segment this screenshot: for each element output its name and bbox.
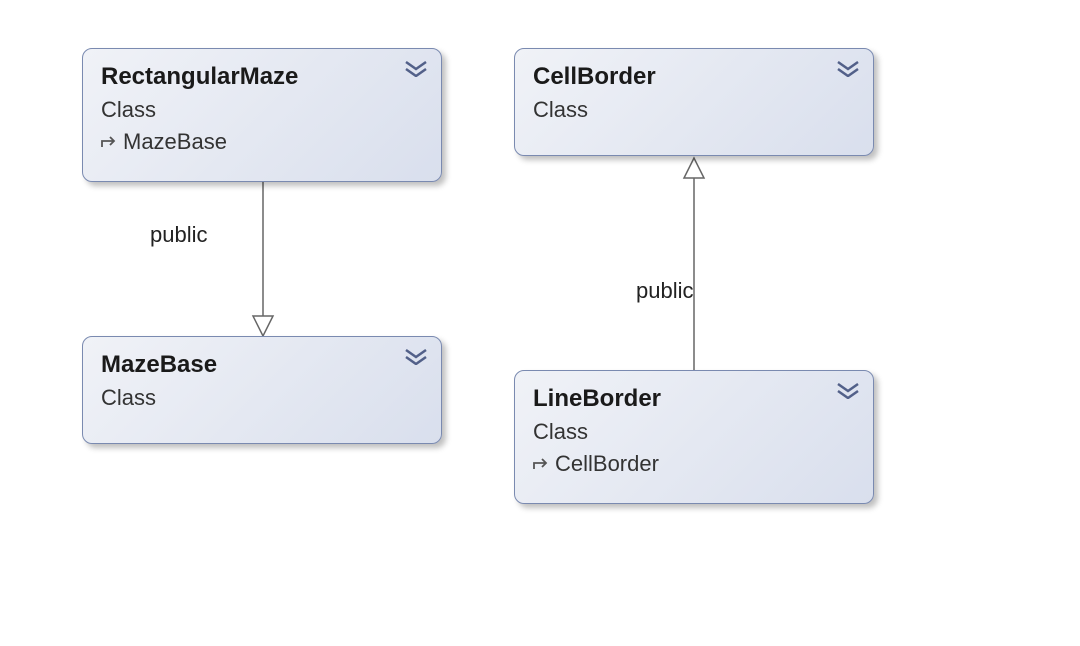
class-type: Class — [533, 419, 855, 445]
class-type: Class — [101, 385, 423, 411]
class-name: CellBorder — [533, 63, 855, 91]
class-type: Class — [101, 97, 423, 123]
relation-label-right: public — [636, 278, 693, 304]
class-name: RectangularMaze — [101, 63, 423, 91]
relation-label-left: public — [150, 222, 207, 248]
class-box-maze-base[interactable]: MazeBase Class — [82, 336, 442, 444]
class-box-line-border[interactable]: LineBorder Class CellBorder — [514, 370, 874, 504]
class-type: Class — [533, 97, 855, 123]
inherits-arrow-icon — [101, 132, 117, 153]
class-name: LineBorder — [533, 385, 855, 413]
inherits-target: MazeBase — [123, 129, 227, 155]
inherits-arrow-icon — [533, 454, 549, 475]
class-box-rectangular-maze[interactable]: RectangularMaze Class MazeBase — [82, 48, 442, 182]
class-name: MazeBase — [101, 351, 423, 379]
class-box-cell-border[interactable]: CellBorder Class — [514, 48, 874, 156]
expand-chevron-icon[interactable] — [837, 383, 859, 399]
inherits-row: MazeBase — [101, 129, 423, 155]
expand-chevron-icon[interactable] — [837, 61, 859, 77]
expand-chevron-icon[interactable] — [405, 349, 427, 365]
inherits-row: CellBorder — [533, 451, 855, 477]
expand-chevron-icon[interactable] — [405, 61, 427, 77]
inherits-target: CellBorder — [555, 451, 659, 477]
